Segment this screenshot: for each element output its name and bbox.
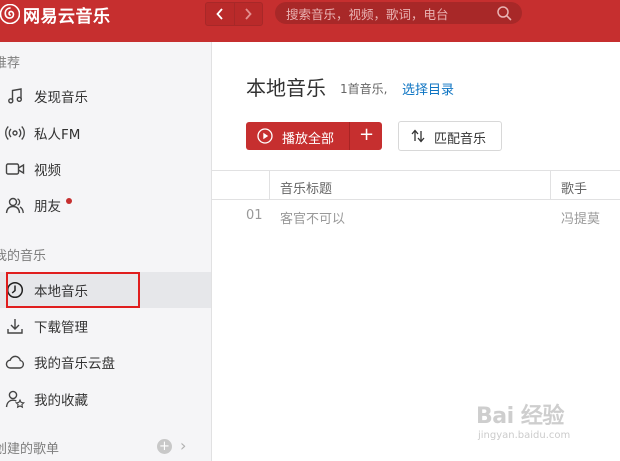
play-all-label: 播放全部 [282, 132, 335, 147]
add-playlist-icon[interactable]: + [157, 439, 172, 454]
page-title: 本地音乐 [246, 76, 326, 100]
row-index: 01 [246, 208, 263, 223]
chevron-right-icon[interactable]: › [180, 436, 186, 455]
sidebar: 推荐 发现音乐 私人FM 视频 朋友 我的音乐 本地音乐 下载管理 我的音乐云盘… [0, 42, 212, 461]
annotation-highlight-box [6, 272, 140, 308]
back-button[interactable] [206, 3, 234, 25]
search-input[interactable]: 搜索音乐，视频，歌词，电台 [275, 2, 522, 24]
history-nav [205, 2, 263, 26]
column-header-artist[interactable]: 歌手 [561, 178, 587, 197]
sidebar-item-music-cloud[interactable]: 我的音乐云盘 [0, 344, 211, 380]
play-all-button[interactable]: 播放全部 + [246, 122, 382, 150]
app-logo[interactable]: 网易云音乐 [0, 0, 111, 28]
section-created-playlists-label: 创建的歌单 [0, 442, 60, 457]
friends-icon [5, 195, 25, 215]
cloud-icon [5, 352, 25, 372]
add-to-playlist-button[interactable]: + [359, 124, 374, 145]
choose-directory-link[interactable]: 选择目录 [402, 79, 454, 98]
row-artist: 冯提莫 [561, 212, 601, 227]
sidebar-item-friends[interactable]: 朋友 [0, 187, 211, 223]
search-placeholder: 搜索音乐，视频，歌词，电台 [286, 6, 449, 22]
baidu-jingyan-watermark: Bai 经验 jingyan.baidu.com [476, 398, 616, 448]
chevron-right-icon [245, 8, 252, 20]
sidebar-item-label: 发现音乐 [34, 90, 88, 106]
watermark-url: jingyan.baidu.com [478, 430, 571, 441]
search-icon[interactable] [496, 5, 512, 21]
match-music-button[interactable]: 匹配音乐 [398, 121, 502, 151]
play-all-divider [349, 122, 350, 150]
play-circle-icon [257, 128, 273, 144]
refresh-arrows-icon [411, 129, 425, 143]
sidebar-item-label: 我的音乐云盘 [34, 356, 115, 372]
sidebar-item-personal-fm[interactable]: 私人FM [0, 115, 211, 151]
column-header-title[interactable]: 音乐标题 [280, 178, 332, 197]
section-recommend-label: 推荐 [0, 56, 21, 71]
watermark-text: Bai 经验 [476, 404, 564, 429]
title-bar: 网易云音乐 搜索音乐，视频，歌词，电台 [0, 0, 620, 42]
sidebar-item-video[interactable]: 视频 [0, 151, 211, 187]
netease-logo-icon [0, 4, 20, 24]
sidebar-item-download-manager[interactable]: 下载管理 [0, 308, 211, 344]
sidebar-item-label: 下载管理 [34, 320, 88, 336]
table-row[interactable]: 01 客官不可以 冯提莫 [212, 201, 620, 231]
video-icon [5, 159, 25, 179]
song-count: 1首音乐, [340, 82, 388, 96]
row-title: 客官不可以 [280, 212, 346, 227]
app-logo-text: 网易云音乐 [23, 6, 111, 27]
sidebar-item-discover-music[interactable]: 发现音乐 [0, 78, 211, 114]
notification-dot [66, 198, 72, 204]
download-icon [5, 316, 25, 336]
table-header: 音乐标题 歌手 [212, 170, 620, 200]
sidebar-item-label: 朋友 [34, 199, 61, 215]
sidebar-item-label: 视频 [34, 163, 61, 179]
sidebar-item-label: 我的收藏 [34, 393, 88, 409]
forward-button[interactable] [233, 3, 263, 25]
sidebar-item-my-collection[interactable]: 我的收藏 [0, 381, 211, 417]
column-divider [269, 171, 270, 199]
chevron-left-icon [216, 8, 223, 20]
collection-icon [5, 389, 25, 409]
column-divider [550, 171, 551, 199]
sidebar-item-label: 私人FM [34, 127, 81, 143]
radio-icon [5, 123, 25, 143]
music-note-icon [5, 86, 25, 106]
section-my-music-label: 我的音乐 [0, 249, 47, 264]
match-music-label: 匹配音乐 [434, 132, 487, 147]
